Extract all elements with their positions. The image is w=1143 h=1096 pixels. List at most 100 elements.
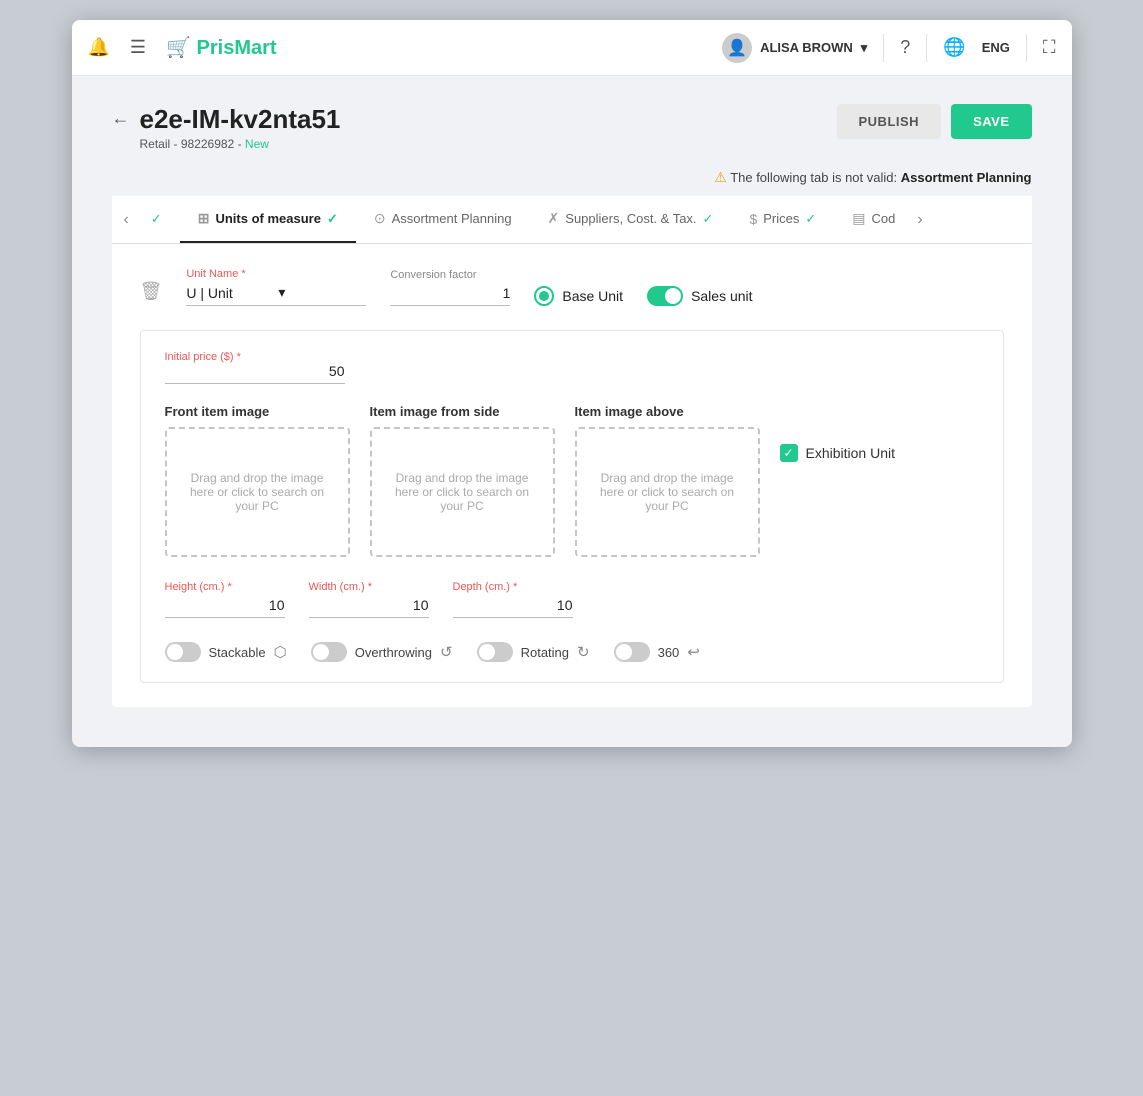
unit-name-label-text: Unit Name: [186, 268, 238, 280]
360-icon: ↩: [687, 643, 700, 661]
conversion-factor-input[interactable]: [390, 285, 510, 306]
front-dropzone-text: Drag and drop the image here or click to…: [179, 471, 336, 513]
height-group: Height (cm.) *: [165, 581, 285, 618]
side-image-dropzone[interactable]: Drag and drop the image here or click to…: [370, 427, 555, 557]
rotating-toggle[interactable]: [477, 642, 513, 662]
warning-text: The following tab is not valid:: [730, 170, 897, 185]
bell-icon[interactable]: 🔔: [88, 37, 110, 58]
price-label-text: Initial price ($): [165, 351, 234, 363]
front-image-dropzone[interactable]: Drag and drop the image here or click to…: [165, 427, 350, 557]
radio-inner: [539, 291, 549, 301]
tab-prices-label: Prices: [763, 211, 799, 226]
images-row: Front item image Drag and drop the image…: [165, 404, 979, 557]
exhibition-unit-checkbox[interactable]: ✓: [780, 444, 798, 462]
tab-suppliers-label: Suppliers, Cost. & Tax.: [565, 211, 696, 226]
back-button[interactable]: ←: [112, 108, 130, 129]
stackable-icon: ⬡: [274, 643, 287, 661]
sales-unit-toggle-switch[interactable]: [647, 286, 683, 306]
prices-check-icon: ✓: [805, 211, 816, 227]
separator3: [1026, 34, 1027, 62]
page-title-area: ← e2e-IM-kv2nta51 Retail - 98226982 - Ne…: [112, 104, 341, 151]
language-label[interactable]: ENG: [982, 40, 1010, 55]
initial-price-input[interactable]: [165, 363, 345, 384]
globe-icon[interactable]: 🌐: [943, 37, 965, 58]
tab-suppliers[interactable]: ✗ Suppliers, Cost. & Tax. ✓: [530, 196, 732, 243]
height-required: *: [227, 581, 231, 593]
brand-prefix: Pris: [197, 37, 235, 59]
radio-icon: [534, 286, 554, 306]
price-label: Initial price ($) *: [165, 351, 979, 363]
overthrowing-label: Overthrowing: [355, 645, 432, 660]
tab-units-of-measure[interactable]: ⊞ Units of measure ✓: [180, 196, 356, 243]
height-label-text: Height (cm.): [165, 581, 225, 593]
topbar-left: 🔔 ☰ 🛒 PrisMart: [88, 35, 277, 60]
price-row: Initial price ($) *: [165, 351, 979, 384]
depth-input[interactable]: [453, 597, 573, 618]
width-label: Width (cm.) *: [309, 581, 429, 593]
unit-name-group: Unit Name * U | Unit ▾: [186, 268, 366, 306]
page-header: ← e2e-IM-kv2nta51 Retail - 98226982 - Ne…: [112, 104, 1032, 151]
prices-icon: $: [749, 211, 757, 227]
overthrowing-icon: ↺: [440, 643, 453, 661]
help-icon[interactable]: ?: [900, 37, 910, 58]
tab-prices[interactable]: $ Prices ✓: [731, 197, 834, 243]
above-image-label: Item image above: [575, 404, 760, 419]
exhibition-unit-label: Exhibition Unit: [806, 445, 896, 461]
suppliers-check-icon: ✓: [703, 211, 714, 227]
topbar: 🔔 ☰ 🛒 PrisMart 👤 ALISA BROWN ▾ ? 🌐 ENG ⛶: [72, 20, 1072, 76]
brand-logo: 🛒 PrisMart: [166, 35, 277, 60]
base-unit-radio[interactable]: Base Unit: [534, 286, 623, 306]
stackable-toggle-item: Stackable ⬡: [165, 642, 287, 662]
tab-cod[interactable]: ▤ Cod: [834, 196, 913, 243]
subtitle-text: Retail - 98226982 -: [140, 137, 245, 151]
delete-unit-button[interactable]: 🗑: [140, 281, 163, 302]
side-dropzone-text: Drag and drop the image here or click to…: [384, 471, 541, 513]
sales-unit-label: Sales unit: [691, 288, 752, 304]
grid-icon: ⊞: [198, 210, 210, 227]
width-input[interactable]: [309, 597, 429, 618]
check-icon: ✓: [151, 211, 162, 227]
title-block: e2e-IM-kv2nta51 Retail - 98226982 - New: [140, 104, 341, 151]
avatar: 👤: [722, 33, 752, 63]
tab-check[interactable]: ✓: [133, 197, 180, 243]
page-title: e2e-IM-kv2nta51: [140, 104, 341, 135]
menu-icon[interactable]: ☰: [130, 37, 146, 58]
stackable-toggle[interactable]: [165, 642, 201, 662]
fullscreen-icon[interactable]: ⛶: [1043, 37, 1056, 58]
unit-name-required: *: [241, 268, 245, 280]
dimensions-row: Height (cm.) * Width (cm.) *: [165, 581, 979, 618]
cod-icon: ▤: [852, 210, 865, 227]
user-name: ALISA BROWN: [760, 40, 853, 55]
above-image-group: Item image above Drag and drop the image…: [575, 404, 760, 557]
tab-prev-button[interactable]: ‹: [120, 211, 133, 229]
sales-unit-toggle: Sales unit: [647, 286, 752, 306]
height-input[interactable]: [165, 597, 285, 618]
depth-group: Depth (cm.) *: [453, 581, 573, 618]
publish-button[interactable]: PUBLISH: [837, 104, 942, 139]
width-group: Width (cm.) *: [309, 581, 429, 618]
assortment-icon: ⊙: [374, 210, 386, 227]
unit-name-select[interactable]: U | Unit ▾: [186, 284, 366, 306]
front-image-label: Front item image: [165, 404, 350, 419]
save-button[interactable]: SAVE: [951, 104, 1031, 139]
unit-row: 🗑 Unit Name * U | Unit ▾ Conversion fact…: [140, 268, 1004, 306]
main-card: 🗑 Unit Name * U | Unit ▾ Conversion fact…: [112, 244, 1032, 707]
above-image-dropzone[interactable]: Drag and drop the image here or click to…: [575, 427, 760, 557]
360-toggle-item: 360 ↩: [614, 642, 700, 662]
360-toggle[interactable]: [614, 642, 650, 662]
content-area: ← e2e-IM-kv2nta51 Retail - 98226982 - Ne…: [72, 76, 1072, 747]
tab-next-button[interactable]: ›: [913, 211, 926, 229]
rotating-toggle-item: Rotating ↻: [477, 642, 590, 662]
toggles-row: Stackable ⬡ Overthrowing ↺ Rotating ↻: [165, 642, 979, 662]
separator2: [926, 34, 927, 62]
overthrowing-toggle-item: Overthrowing ↺: [311, 642, 453, 662]
price-required: *: [237, 351, 241, 363]
rotating-label: Rotating: [521, 645, 569, 660]
header-actions: PUBLISH SAVE: [837, 104, 1032, 139]
brand-suffix: Mart: [234, 37, 276, 59]
tab-assortment-planning[interactable]: ⊙ Assortment Planning: [356, 196, 530, 243]
depth-required: *: [513, 581, 517, 593]
side-image-group: Item image from side Drag and drop the i…: [370, 404, 555, 557]
overthrowing-toggle[interactable]: [311, 642, 347, 662]
user-section[interactable]: 👤 ALISA BROWN ▾: [722, 33, 867, 63]
